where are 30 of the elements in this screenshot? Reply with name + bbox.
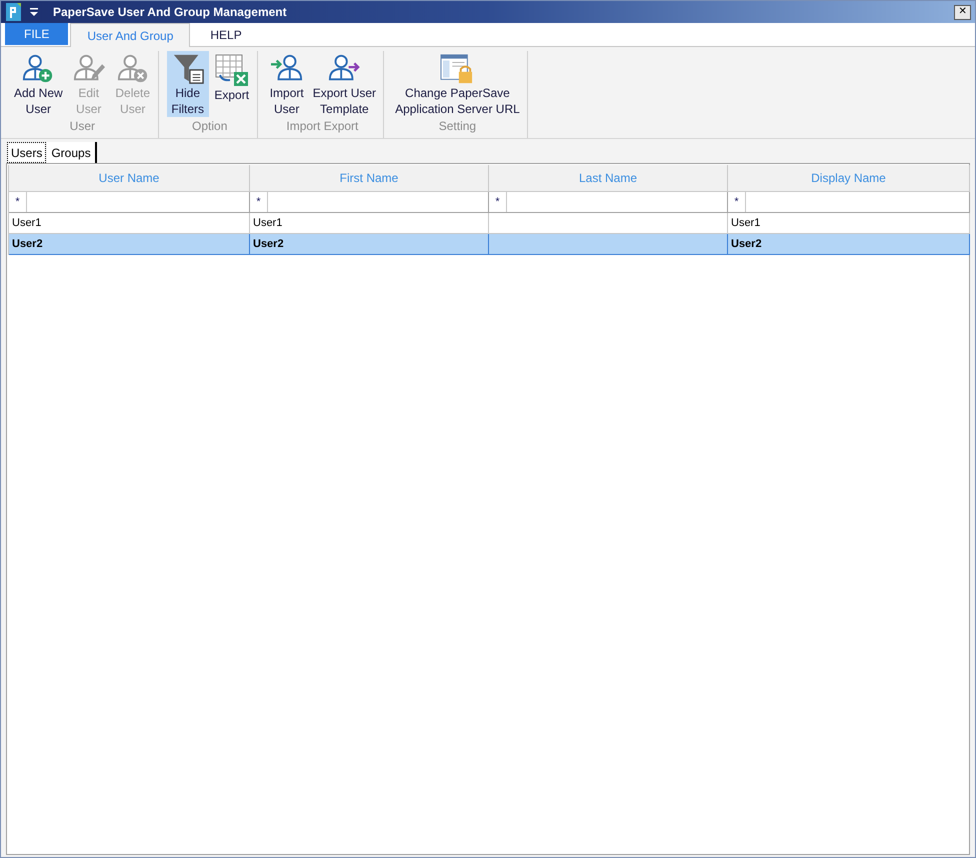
group-label: Option	[192, 118, 228, 135]
ribbon-button[interactable]: Hide Filters	[166, 51, 209, 117]
ribbon-tab[interactable]: User And Group	[70, 23, 190, 47]
ribbon-tab[interactable]: HELP	[192, 24, 260, 46]
ribbon-button[interactable]: Add New User	[11, 51, 66, 117]
filter-operator[interactable]: *	[9, 192, 27, 212]
view-tab[interactable]: Users	[7, 142, 46, 163]
table-cell: User1	[250, 213, 489, 234]
app-logo-icon	[5, 2, 23, 22]
close-button[interactable]: ✕	[954, 4, 971, 20]
ribbon-button[interactable]: Change PaperSave Application Server URL	[392, 51, 523, 117]
table-cell: User1	[9, 213, 250, 234]
quick-access-dropdown-icon[interactable]	[27, 6, 41, 18]
group-label: User	[70, 118, 96, 135]
group-label: Import Export	[286, 118, 358, 135]
group-label: Setting	[438, 118, 476, 135]
ribbon-button[interactable]: Export User Template	[310, 51, 380, 117]
table-cell: User1	[728, 213, 970, 234]
table-cell: User2	[9, 234, 250, 255]
table-cell: User2	[250, 234, 489, 255]
table-cell: User2	[728, 234, 970, 255]
filter-operator[interactable]: *	[728, 192, 746, 212]
ribbon-button[interactable]: Export	[210, 51, 253, 117]
view-tab[interactable]: Groups	[47, 142, 97, 163]
window-title: PaperSave User And Group Management	[53, 4, 287, 21]
ribbon-button[interactable]: Import User	[266, 51, 308, 117]
filter-operator[interactable]: *	[489, 192, 507, 212]
filter-operator[interactable]: *	[250, 192, 268, 212]
file-tab[interactable]: FILE	[5, 23, 68, 45]
spreadsheet-export-icon	[214, 53, 250, 87]
